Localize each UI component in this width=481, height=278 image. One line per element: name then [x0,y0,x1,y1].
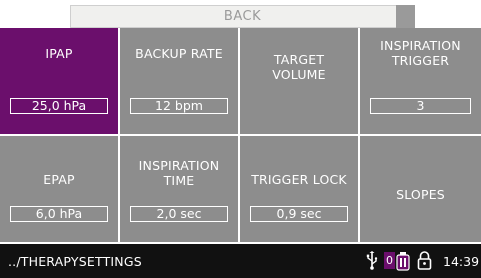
tile-target-volume[interactable]: TARGET VOLUME [240,28,358,134]
tile-value: 25,0 hPa [10,98,108,114]
battery-icon [396,252,410,271]
tile-value: 0,9 sec [250,206,348,222]
settings-grid: IPAP 25,0 hPa BACKUP RATE 12 bpm TARGET … [0,28,481,244]
tile-value: 12 bpm [130,98,228,114]
tile-ipap[interactable]: IPAP 25,0 hPa [0,28,118,134]
tile-label: TRIGGER LOCK [251,172,347,187]
lock-icon [417,251,432,270]
tile-value: 6,0 hPa [10,206,108,222]
tile-value: 3 [370,98,471,114]
therapy-settings-screen: BACK IPAP 25,0 hPa BACKUP RATE 12 bpm TA… [0,0,481,278]
usb-icon [366,251,378,270]
status-bar: ../THERAPYSETTINGS 0 14:39 [0,244,481,278]
tile-label: INSPIRATION TRIGGER [380,38,461,68]
tile-label: IPAP [45,46,73,61]
tile-label: EPAP [43,172,75,187]
tile-value: 2,0 sec [130,206,228,222]
tile-backup-rate[interactable]: BACKUP RATE 12 bpm [120,28,238,134]
tile-epap[interactable]: EPAP 6,0 hPa [0,136,118,242]
breadcrumb: ../THERAPYSETTINGS [8,254,142,269]
tile-label: SLOPES [396,187,445,202]
battery-indicator: 0 [384,252,395,269]
tile-slopes[interactable]: SLOPES [360,136,481,242]
tile-trigger-lock[interactable]: TRIGGER LOCK 0,9 sec [240,136,358,242]
back-tab-shade [396,5,415,28]
tile-inspiration-trigger[interactable]: INSPIRATION TRIGGER 3 [360,28,481,134]
battery-label: 0 [386,254,393,267]
back-label: BACK [223,9,262,24]
tile-inspiration-time[interactable]: INSPIRATION TIME 2,0 sec [120,136,238,242]
tile-label: BACKUP RATE [135,46,223,61]
back-button[interactable]: BACK [70,5,415,28]
tile-label: TARGET VOLUME [272,52,326,82]
clock-time: 14:39 [443,254,480,269]
tile-label: INSPIRATION TIME [138,158,220,188]
